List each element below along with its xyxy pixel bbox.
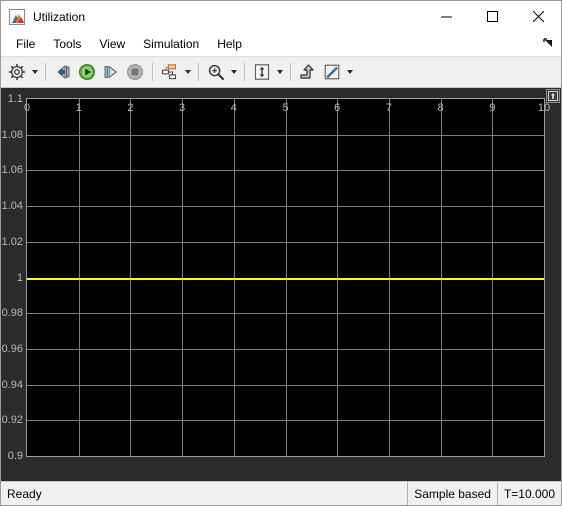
y-tick-label: 1.1 [7,93,23,105]
close-icon[interactable] [515,1,561,32]
configuration-properties-button[interactable] [5,60,29,84]
menu-bar: File Tools View Simulation Help [1,32,561,56]
x-tick-label: 2 [127,102,134,114]
measurements-button[interactable] [320,60,344,84]
toolbar-separator [290,63,291,81]
minimize-icon[interactable] [423,1,469,32]
plot-axes[interactable]: 1.1 1.08 1.06 1.04 1.02 1 0.98 0.96 0.94… [2,93,551,462]
y-tick-label: 0.98 [1,307,23,320]
x-tick-label: 8 [437,102,444,114]
y-tick-label: 0.92 [1,414,23,427]
signal-trace-utilization [27,277,544,280]
measurements-caret[interactable] [344,60,355,84]
status-bar: Ready Sample based T=10.000 [1,481,561,505]
menu-help[interactable]: Help [208,34,251,54]
x-tick-label: 6 [334,102,341,114]
toolbar-separator [45,63,46,81]
zoom-button[interactable] [204,60,228,84]
signal-selector-button[interactable] [158,60,182,84]
toolbar-separator [244,63,245,81]
x-tick-label: 4 [230,102,237,114]
x-tick-label: 0 [23,102,31,114]
x-tick-label: 1 [75,102,82,114]
step-forward-button[interactable] [99,60,123,84]
configuration-properties-caret[interactable] [29,60,40,84]
title-bar: Utilization [1,1,561,32]
y-tick-label: 1.08 [1,128,23,141]
style-button[interactable] [296,60,320,84]
run-button[interactable] [75,60,99,84]
y-tick-label: 0.9 [7,450,23,462]
y-tick-label: 0.94 [1,378,23,391]
menu-tools[interactable]: Tools [44,34,90,54]
menu-file[interactable]: File [7,34,44,54]
scope-window: Utilization File Tools View Simulation H… [0,0,562,506]
status-simulation-time: T=10.000 [496,482,561,505]
menu-view[interactable]: View [90,34,134,54]
autoscale-button[interactable] [250,60,274,84]
menu-simulation[interactable]: Simulation [134,34,208,54]
autoscale-caret[interactable] [274,60,285,84]
y-tick-label: 1 [16,271,23,284]
x-tick-label: 7 [385,102,392,114]
x-tick-label: 9 [489,102,496,114]
x-tick-label: 10 [537,102,551,114]
scope-plot-area[interactable]: 1.1 1.08 1.06 1.04 1.02 1 0.98 0.96 0.94… [1,88,561,481]
caption-buttons [423,1,561,32]
y-tick-label: 1.06 [1,164,23,177]
window-title: Utilization [33,9,86,24]
toolbar [1,56,561,88]
matlab-scope-icon [9,8,25,25]
step-back-button[interactable] [51,60,75,84]
expand-icon[interactable] [546,89,560,103]
status-frame-mode: Sample based [407,482,497,505]
toolbar-separator [198,63,199,81]
stop-button[interactable] [123,60,147,84]
signal-selector-caret[interactable] [182,60,193,84]
zoom-caret[interactable] [228,60,239,84]
maximize-icon[interactable] [469,1,515,32]
y-tick-label: 0.96 [1,342,23,355]
status-ready-label: Ready [7,486,42,501]
menu-overflow-icon[interactable] [541,36,555,50]
x-tick-label: 3 [179,102,186,114]
x-tick-label: 5 [282,102,289,114]
toolbar-separator [152,63,153,81]
y-tick-label: 1.04 [1,200,23,213]
y-tick-label: 1.02 [1,235,23,248]
